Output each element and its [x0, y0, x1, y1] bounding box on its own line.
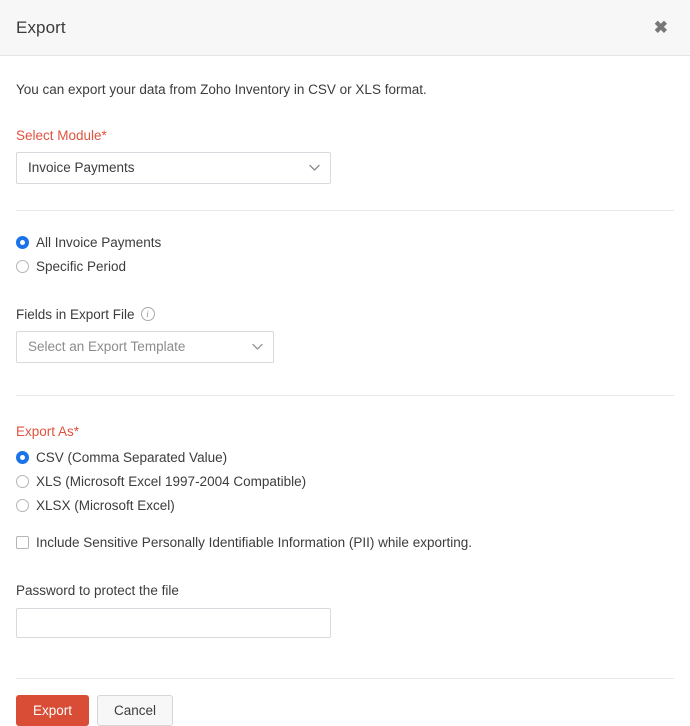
radio-label: XLSX (Microsoft Excel): [36, 497, 175, 513]
radio-label: Specific Period: [36, 258, 127, 274]
select-module-label: Select Module*: [16, 127, 107, 143]
export-dialog: Export ✖ You can export your data from Z…: [0, 0, 690, 726]
radio-indicator: [16, 451, 29, 465]
fields-label-text: Fields in Export File: [16, 306, 135, 322]
fields-in-export-file-label: Fields in Export File i: [16, 307, 674, 322]
page-title: Export: [16, 17, 66, 37]
radio-indicator: [16, 260, 29, 274]
divider-1: [16, 209, 674, 211]
export-button[interactable]: Export: [16, 695, 90, 726]
dialog-header: Export ✖: [0, 0, 690, 56]
radio-indicator: [16, 236, 29, 250]
radio-indicator: [16, 475, 29, 489]
radio-format-xlsx[interactable]: XLSX (Microsoft Excel): [16, 496, 674, 516]
radio-all-invoice-payments[interactable]: All Invoice Payments: [16, 233, 674, 253]
chevron-down-icon: [309, 164, 320, 171]
dialog-footer: Export Cancel: [0, 679, 690, 726]
select-module-value: Invoice Payments: [28, 160, 135, 176]
chevron-down-icon: [252, 343, 263, 350]
password-input[interactable]: [16, 607, 331, 638]
checkbox-include-pii[interactable]: Include Sensitive Personally Identifiabl…: [16, 533, 674, 553]
dialog-body: You can export your data from Zoho Inven…: [0, 56, 690, 659]
radio-specific-period[interactable]: Specific Period: [16, 257, 674, 277]
radio-label: All Invoice Payments: [36, 234, 162, 250]
radio-label: CSV (Comma Separated Value): [36, 449, 228, 465]
export-template-value: Select an Export Template: [28, 339, 186, 355]
cancel-button[interactable]: Cancel: [97, 695, 174, 726]
password-label: Password to protect the file: [16, 582, 179, 598]
checkbox-label: Include Sensitive Personally Identifiabl…: [36, 534, 472, 550]
export-template-dropdown[interactable]: Select an Export Template: [16, 330, 274, 363]
radio-format-xls[interactable]: XLS (Microsoft Excel 1997-2004 Compatibl…: [16, 472, 674, 492]
close-icon[interactable]: ✖: [650, 17, 672, 38]
radio-format-csv[interactable]: CSV (Comma Separated Value): [16, 448, 674, 468]
divider-2: [16, 394, 674, 396]
scope-radio-group: All Invoice Payments Specific Period: [16, 233, 674, 277]
intro-text: You can export your data from Zoho Inven…: [16, 82, 427, 97]
export-format-radio-group: CSV (Comma Separated Value) XLS (Microso…: [16, 448, 674, 516]
info-icon[interactable]: i: [140, 307, 155, 322]
radio-indicator: [16, 499, 29, 513]
export-as-label: Export As*: [16, 423, 80, 439]
radio-label: XLS (Microsoft Excel 1997-2004 Compatibl…: [36, 473, 307, 489]
select-module-dropdown[interactable]: Invoice Payments: [16, 151, 331, 184]
checkbox-indicator: [16, 536, 29, 550]
